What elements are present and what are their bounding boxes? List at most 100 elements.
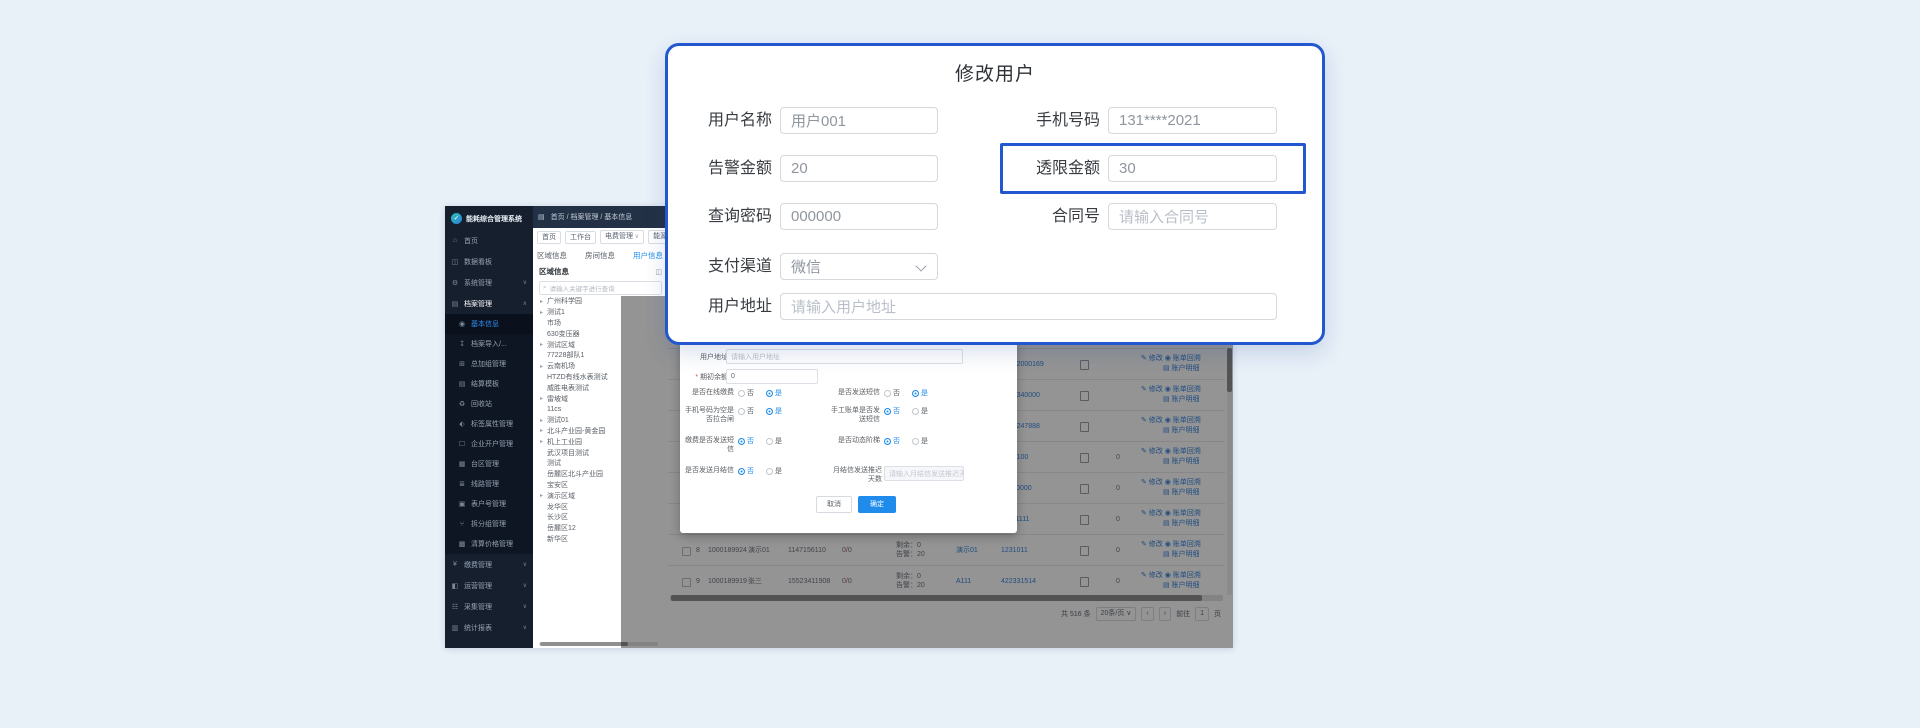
radio-option-label: 否 (747, 466, 754, 476)
sidebar-item[interactable]: ◫数据看板 (445, 251, 533, 272)
radio-否[interactable]: 否 (884, 436, 900, 446)
address-input[interactable]: 请输入用户地址 (726, 349, 963, 364)
sidebar-item[interactable]: ♻回收站 (445, 394, 533, 414)
caret-right-icon: ▸ (540, 363, 545, 370)
sidebar-item[interactable]: ◧运营管理∨ (445, 575, 533, 596)
radio-是[interactable]: 是 (912, 388, 928, 398)
tree-node-label: 长沙区 (547, 512, 568, 522)
user-address-label: 用户地址 (668, 293, 772, 320)
report-icon: ▥ (451, 624, 459, 632)
tree-node-label: 测试区域 (547, 340, 575, 350)
alarm-amount-input[interactable]: 20 (780, 155, 938, 182)
caret-right-icon: ▸ (540, 417, 545, 424)
sidebar-item-label: 运营管理 (464, 581, 492, 591)
sidebar-item[interactable]: ⚙系统管理∨ (445, 272, 533, 293)
phone-label: 手机号码 (968, 107, 1100, 134)
radio-是[interactable]: 是 (766, 436, 782, 446)
app-sidebar: ✓ 能耗综合管理系统 ⌂首页◫数据看板⚙系统管理∨▤档案管理∧ ◉基本信息↧档案… (445, 206, 533, 648)
radio-dot-icon (912, 390, 919, 397)
radio-dot-icon (884, 438, 891, 445)
sidebar-item-label: 结算模板 (471, 379, 499, 389)
radio-group-label: 手工账单是否发送短信 (828, 406, 880, 424)
sidebar-item[interactable]: ⑂拆分组管理 (445, 514, 533, 534)
radio-是[interactable]: 是 (912, 436, 928, 446)
radio-否[interactable]: 否 (884, 406, 900, 416)
sidebar-item[interactable]: ☐企业开户管理 (445, 434, 533, 454)
edit-user-dialog: 用户地址 请输入用户地址 * 期初余额 0 是否在线缴费否是手机号码为空是否拉合… (680, 338, 1017, 533)
tree-node-label: 测试 (547, 458, 561, 468)
sidebar-item-label: 档案管理 (464, 299, 492, 309)
radio-否[interactable]: 否 (738, 406, 754, 416)
radio-是[interactable]: 是 (766, 388, 782, 398)
sidebar-item[interactable]: ◉基本信息 (445, 314, 533, 334)
contract-no-input[interactable]: 请输入合同号 (1108, 203, 1277, 230)
sub-tab-区域信息[interactable]: 区域信息 (537, 250, 567, 264)
sidebar-item[interactable]: ▤档案管理∧ (445, 293, 533, 314)
meter-icon: ▣ (458, 500, 466, 508)
phone-input[interactable]: 131****2021 (1108, 107, 1277, 134)
tree-node-label: 武汉项目测试 (547, 448, 589, 458)
initial-balance-input[interactable]: 0 (726, 369, 818, 384)
caret-right-icon: ▸ (540, 309, 545, 316)
nav-tab[interactable]: 电费管理 ∨ (600, 230, 644, 244)
user-address-input[interactable]: 请输入用户地址 (780, 293, 1277, 320)
sidebar-item[interactable]: ↧档案导入/... (445, 334, 533, 354)
sidebar-item-label: 表户号管理 (471, 499, 506, 509)
over-limit-highlight-box (1000, 143, 1306, 194)
query-password-input[interactable]: 000000 (780, 203, 938, 230)
radio-option-label: 是 (775, 388, 782, 398)
radio-dot-icon (884, 390, 891, 397)
panel-collapse-icon[interactable]: ◫ (655, 268, 662, 276)
sidebar-item[interactable]: ¥缴费管理∨ (445, 554, 533, 575)
radio-是[interactable]: 是 (766, 466, 782, 476)
radio-否[interactable]: 否 (738, 388, 754, 398)
sidebar-item-label: 系统管理 (464, 278, 492, 288)
confirm-button[interactable]: 确定 (858, 496, 896, 513)
sidebar-submenu: ◉基本信息↧档案导入/...⊞总加组管理▤结算模板♻回收站⬖标签属性管理☐企业开… (445, 314, 533, 554)
tree-node-label: 龙华区 (547, 502, 568, 512)
pay-channel-label: 支付渠道 (668, 253, 772, 280)
radio-否[interactable]: 否 (884, 388, 900, 398)
sidebar-item[interactable]: ⌂首页 (445, 230, 533, 251)
sidebar-item[interactable]: ▣ 表户号管理 (445, 494, 533, 514)
caret-right-icon: ▸ (540, 341, 545, 348)
sidebar-item[interactable]: ▥统计报表∨ (445, 617, 533, 638)
sub-tab-房间信息[interactable]: 房间信息 (585, 250, 615, 264)
nav-tab[interactable]: 首页 (537, 231, 561, 244)
cancel-button[interactable]: 取消 (816, 496, 852, 513)
nav-tab[interactable]: 工作台 (565, 231, 596, 244)
sidebar-item-label: 线路管理 (471, 479, 499, 489)
username-label: 用户名称 (668, 107, 772, 134)
sidebar-item[interactable]: ⊞总加组管理 (445, 354, 533, 374)
pay-channel-select[interactable]: 微信 (780, 253, 938, 280)
radio-dot-icon (912, 408, 919, 415)
radio-否[interactable]: 否 (738, 436, 754, 446)
sidebar-item[interactable]: ≣线路管理 (445, 474, 533, 494)
radio-option-label: 是 (921, 406, 928, 416)
radio-option-label: 否 (893, 406, 900, 416)
import-icon: ↧ (458, 340, 466, 348)
chevron-down-icon (915, 260, 926, 271)
radio-option-label: 否 (747, 388, 754, 398)
caret-right-icon: ▸ (540, 395, 545, 402)
sidebar-item[interactable]: ▩清算价格管理 (445, 534, 533, 554)
tree-node-label: 宝安区 (547, 480, 568, 490)
sidebar-item[interactable]: ▦台区管理 (445, 454, 533, 474)
sidebar-item[interactable]: ☷采集管理∨ (445, 596, 533, 617)
tree-search-input[interactable]: ⌕ 请输入关键字进行查询 (539, 281, 662, 295)
collect-icon: ☷ (451, 603, 459, 611)
username-input[interactable]: 用户001 (780, 107, 938, 134)
radio-group-label: 缴费是否发送短信 (682, 436, 734, 454)
tree-node-label: 雷坡域 (547, 394, 568, 404)
collapse-menu-icon[interactable]: ▤ (538, 213, 545, 221)
radio-是[interactable]: 是 (766, 406, 782, 416)
alarm-amount-label: 告警金额 (668, 155, 772, 182)
sidebar-item[interactable]: ▤结算模板 (445, 374, 533, 394)
recycle-icon: ♻ (458, 400, 466, 408)
sidebar-item[interactable]: ⬖标签属性管理 (445, 414, 533, 434)
tree-node-label: 广州科学园 (547, 296, 582, 306)
radio-dot-icon (884, 408, 891, 415)
caret-right-icon: ▸ (540, 492, 545, 499)
radio-否[interactable]: 否 (738, 466, 754, 476)
radio-是[interactable]: 是 (912, 406, 928, 416)
